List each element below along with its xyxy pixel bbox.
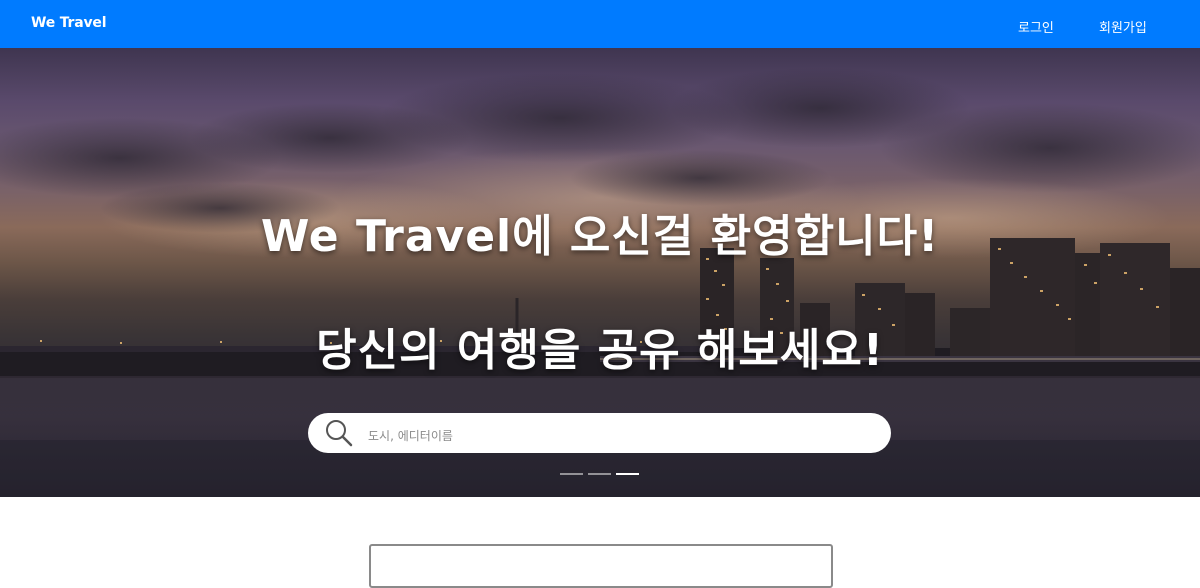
search-input[interactable]	[366, 423, 870, 449]
search-bar[interactable]	[308, 413, 891, 453]
carousel-indicator-2[interactable]	[588, 473, 611, 475]
carousel-indicator-1[interactable]	[560, 473, 583, 475]
brand-logo-link[interactable]: We Travel	[31, 15, 106, 31]
login-link[interactable]: 로그인	[1018, 17, 1054, 36]
search-icon[interactable]	[324, 418, 354, 448]
top-navbar: We Travel 로그인 회원가입	[0, 0, 1200, 48]
carousel-indicator-3[interactable]	[616, 473, 639, 475]
hero-title-welcome: We Travel에 오신걸 환영합니다!	[260, 211, 940, 262]
content-card	[369, 544, 833, 588]
hero-banner: We Travel에 오신걸 환영합니다! 당신의 여행을 공유 해보세요!	[0, 48, 1200, 497]
carousel-indicators	[560, 473, 642, 477]
signup-link[interactable]: 회원가입	[1099, 17, 1147, 36]
hero-title-share: 당신의 여행을 공유 해보세요!	[316, 325, 884, 376]
